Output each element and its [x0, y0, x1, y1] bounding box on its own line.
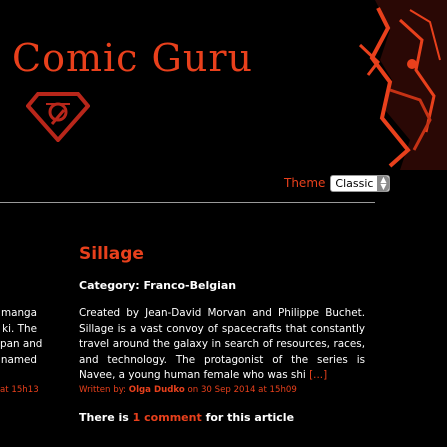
article-excerpt: Created by Jean-David Morvan and Philipp… [79, 306, 365, 384]
comments-suffix: for this article [205, 411, 295, 424]
superman-emblem-logo [26, 92, 90, 142]
theme-label: Theme [284, 176, 326, 190]
meta-date: 30 Sep 2014 [200, 385, 256, 395]
comments-link[interactable]: 1 comment [133, 411, 202, 424]
article-meta: Written by: Olga Dudko on 30 Sep 2014 at… [79, 385, 297, 395]
author-link[interactable]: Olga Dudko [129, 385, 185, 395]
superhero-artwork [358, 0, 447, 170]
header-divider [0, 202, 375, 203]
previous-article-line: manga [0, 307, 37, 319]
comments-prefix: There is [79, 411, 129, 424]
theme-select[interactable]: Classic ▲ ▼ [330, 174, 391, 192]
theme-switcher: Theme Classic ▲ ▼ [284, 174, 391, 192]
select-arrows-icon: ▲ ▼ [377, 175, 390, 191]
previous-article-meta: at 15h13 [0, 385, 39, 395]
article-title[interactable]: Sillage [79, 244, 144, 264]
meta-prefix: Written by: [79, 385, 127, 395]
meta-at: at [258, 385, 267, 395]
meta-on: on [187, 385, 199, 395]
read-more-link[interactable]: [...] [309, 369, 327, 381]
comments-summary: There is 1 comment for this article [79, 411, 294, 424]
theme-selected-value: Classic [335, 176, 374, 190]
site-title[interactable]: Comic Guru [12, 36, 253, 80]
previous-article-excerpt: manga ki. The pan and named [0, 306, 43, 368]
article-category: Category: Franco-Belgian [79, 279, 237, 292]
meta-time: 15h09 [269, 385, 297, 395]
previous-article-line: pan and [0, 338, 43, 350]
previous-article-line: named [0, 353, 37, 366]
previous-article-line: ki. The [2, 322, 37, 335]
